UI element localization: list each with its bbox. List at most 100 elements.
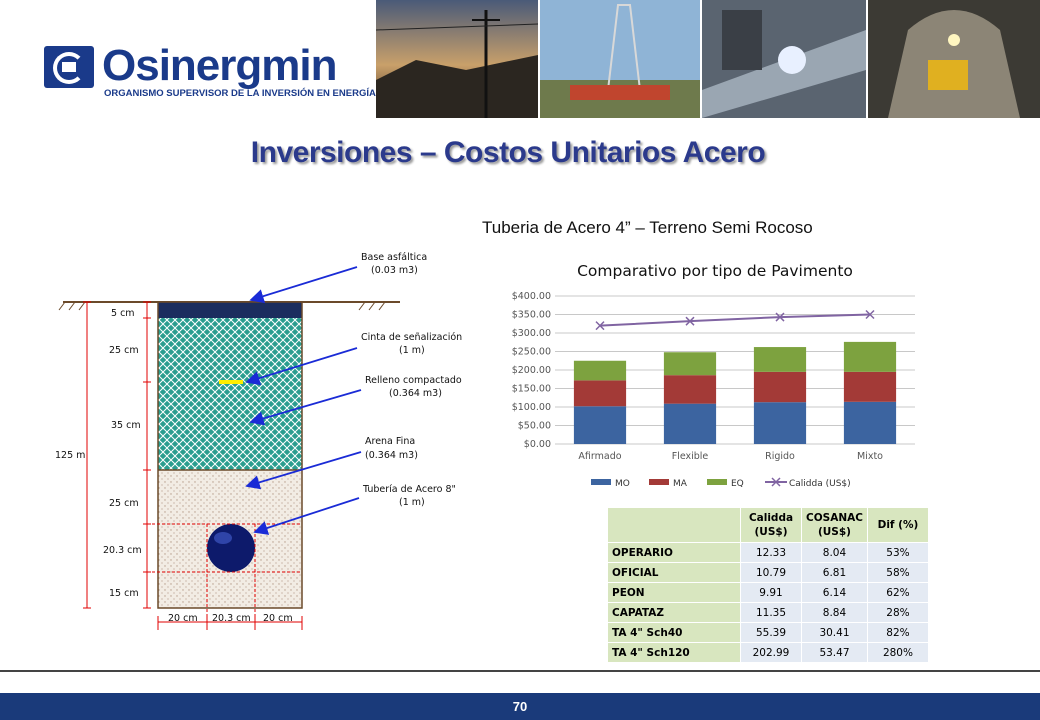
header-photo-mine-tunnel: [868, 0, 1040, 118]
bar-eq: [573, 360, 627, 381]
table-row: OFICIAL 10.79 6.81 58%: [607, 562, 929, 583]
legend-label: MO: [615, 479, 630, 489]
osinergmin-emblem-icon: [44, 46, 94, 88]
cell-cosanac: 8.04: [801, 542, 868, 563]
legend-swatch-eq: [707, 479, 727, 485]
row-label: TA 4" Sch40: [607, 622, 741, 643]
table-row: TA 4" Sch40 55.39 30.41 82%: [607, 622, 929, 643]
dim-25cm-bottom: 25 cm: [109, 498, 139, 509]
cell-calidda: 12.33: [740, 542, 802, 563]
unit-cost-comparison-table: Calidda (US$) COSANAC (US$) Dif (%) OPER…: [607, 507, 929, 663]
legend-label: MA: [673, 479, 688, 489]
label-base-asfaltica-volume: (0.03 m3): [371, 265, 418, 276]
cell-calidda: 11.35: [740, 602, 802, 623]
dim-20cm-right: 20 cm: [263, 613, 293, 624]
bar-eq: [843, 341, 897, 372]
trench-cross-section-diagram: 5 cm 25 cm 35 cm 25 cm 20.3 cm 15 cm 125…: [55, 252, 462, 630]
bar-mo: [843, 401, 897, 444]
table-row: CAPATAZ 11.35 8.84 28%: [607, 602, 929, 623]
bar-ma: [753, 371, 807, 403]
bar-mo: [753, 402, 807, 444]
header-cosanac: COSANAC (US$): [801, 507, 868, 543]
row-label: TA 4" Sch120: [607, 642, 741, 663]
cell-cosanac: 6.14: [801, 582, 868, 603]
slide-subtitle: Tuberia de Acero 4” – Terreno Semi Rocos…: [482, 218, 813, 237]
cell-cosanac: 8.84: [801, 602, 868, 623]
table-row: OPERARIO 12.33 8.04 53%: [607, 542, 929, 563]
header-photo-sunset-powerlines: [376, 0, 538, 118]
y-tick-label: $150.00: [512, 384, 551, 395]
dim-125m: 125 m: [55, 450, 85, 461]
dim-5cm: 5 cm: [111, 308, 135, 319]
warning-tape: [219, 380, 243, 384]
row-label: CAPATAZ: [607, 602, 741, 623]
page-number: 70: [512, 699, 528, 714]
table-row: TA 4" Sch120 202.99 53.47 280%: [607, 642, 929, 663]
x-tick-label: Mixto: [857, 451, 883, 462]
label-tuberia-acero: Tubería de Acero 8": [362, 484, 456, 495]
label-cinta-senalizacion: Cinta de señalización: [361, 332, 462, 343]
row-label: OPERARIO: [607, 542, 741, 563]
y-tick-label: $400.00: [512, 291, 551, 302]
backfill-layer: [158, 318, 302, 470]
dim-20-3cm-vertical: 20.3 cm: [103, 545, 142, 556]
cell-cosanac: 6.81: [801, 562, 868, 583]
calidda-line: [599, 313, 871, 327]
bar-ma: [663, 375, 717, 404]
label-tuberia-length: (1 m): [399, 497, 425, 508]
chart-title: Comparativo por tipo de Pavimento: [577, 262, 853, 280]
y-tick-label: $50.00: [518, 421, 551, 432]
y-tick-label: $250.00: [512, 347, 551, 358]
legend-label: Calidda (US$): [789, 479, 851, 489]
asphalt-layer: [158, 302, 302, 318]
steel-pipe: [207, 524, 255, 572]
cell-calidda: 10.79: [740, 562, 802, 583]
bar-mo: [663, 403, 717, 444]
label-base-asfaltica: Base asfáltica: [361, 252, 427, 263]
bar-eq: [753, 347, 807, 372]
bar-mo: [573, 406, 627, 444]
bar-ma: [843, 371, 897, 402]
dim-25cm-top: 25 cm: [109, 345, 139, 356]
row-label: PEON: [607, 582, 741, 603]
label-arena-fina: Arena Fina: [365, 436, 415, 447]
y-tick-label: $200.00: [512, 365, 551, 376]
header-photo-pipe-welding: [702, 0, 866, 118]
x-tick-label: Afirmado: [578, 451, 621, 462]
cell-calidda: 202.99: [740, 642, 802, 663]
label-relleno-volume: (0.364 m3): [389, 388, 442, 399]
dim-35cm: 35 cm: [111, 420, 141, 431]
logo-name: Osinergmin: [102, 41, 337, 90]
osinergmin-logo: Osinergmin ORGANISMO SUPERVISOR DE LA IN…: [40, 40, 427, 110]
y-tick-label: $100.00: [512, 402, 551, 413]
arrow-base-asfaltica: [249, 266, 358, 304]
cell-dif: 28%: [866, 602, 929, 623]
header-calidda: Calidda (US$): [740, 507, 802, 543]
x-tick-label: Flexible: [672, 451, 709, 462]
cell-dif: 82%: [866, 622, 929, 643]
y-tick-label: $0.00: [524, 439, 551, 450]
x-tick-label: Rigido: [765, 451, 795, 462]
header-dif: Dif (%): [866, 507, 929, 543]
pavement-cost-chart: Comparativo por tipo de Pavimento $0.00 $…: [512, 262, 915, 489]
label-relleno-compactado: Relleno compactado: [365, 375, 462, 386]
dim-20-3cm-horizontal: 20.3 cm: [212, 613, 251, 624]
cell-calidda: 55.39: [740, 622, 802, 643]
cell-cosanac: 30.41: [801, 622, 868, 643]
cell-dif: 53%: [866, 542, 929, 563]
cell-cosanac: 53.47: [801, 642, 868, 663]
cell-dif: 280%: [866, 642, 929, 663]
dim-15cm: 15 cm: [109, 588, 139, 599]
slide-title: Inversiones – Costos Unitarios Acero: [250, 136, 766, 169]
footer-rule: [0, 670, 1040, 672]
header-blank: [607, 507, 741, 543]
row-label: OFICIAL: [607, 562, 741, 583]
y-tick-label: $350.00: [512, 310, 551, 321]
legend-swatch-ma: [649, 479, 669, 485]
header-photo-drilling-rig: [540, 0, 700, 118]
table-header-row: Calidda (US$) COSANAC (US$) Dif (%): [607, 507, 929, 543]
y-tick-label: $300.00: [512, 328, 551, 339]
label-cinta-length: (1 m): [399, 345, 425, 356]
cell-dif: 62%: [866, 582, 929, 603]
legend-label: EQ: [731, 479, 744, 489]
